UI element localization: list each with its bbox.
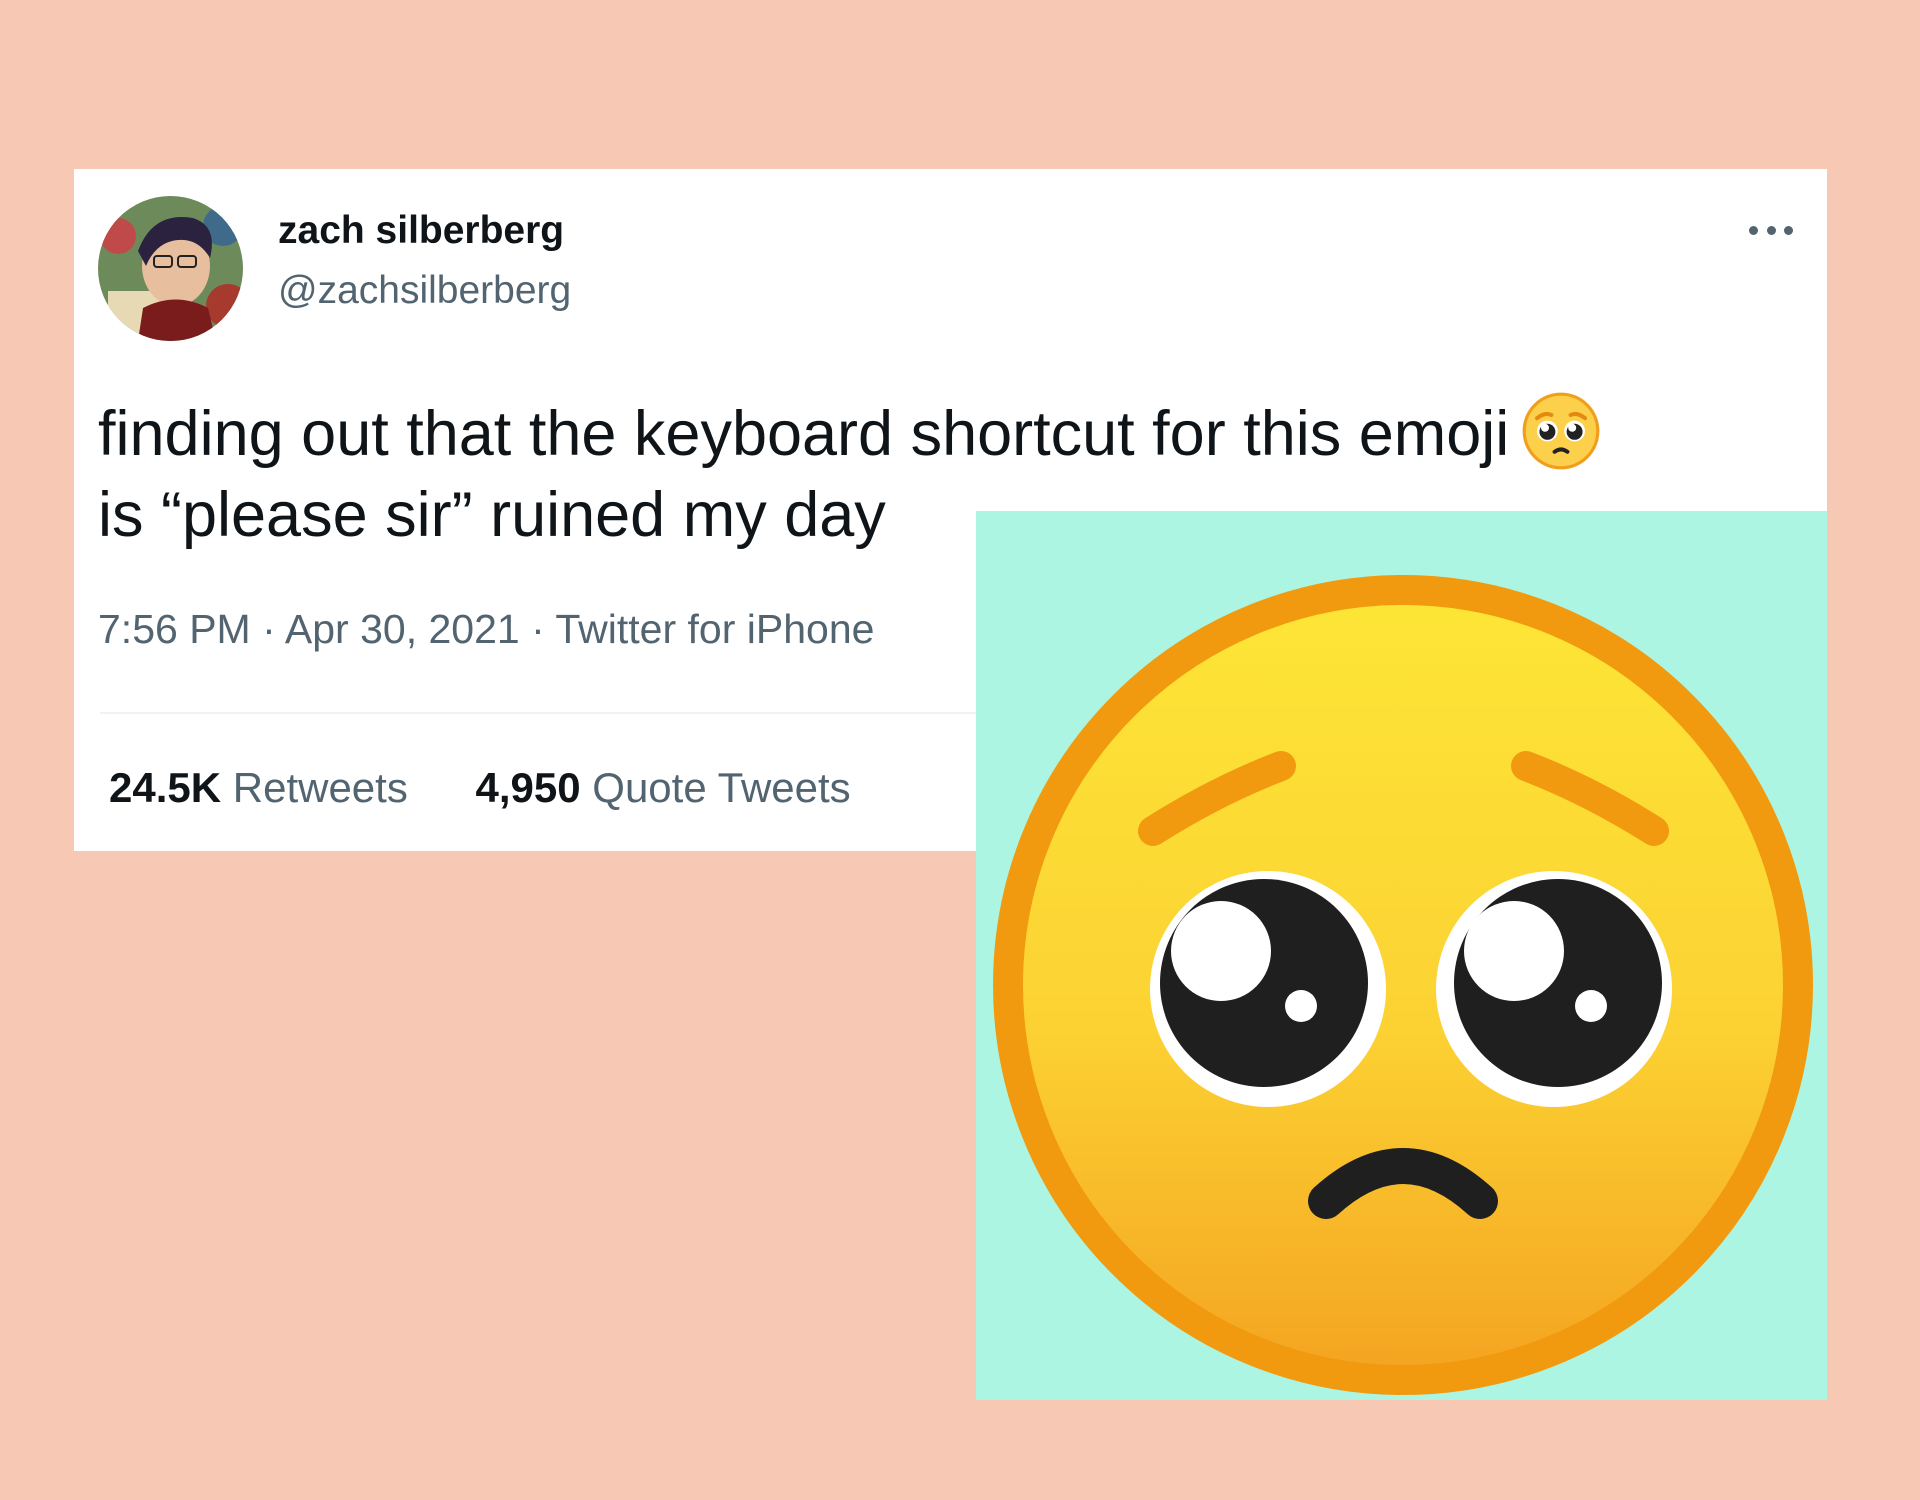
tweet-text-line-2: is “please sir” ruined my day xyxy=(98,480,886,550)
tweet-date[interactable]: Apr 30, 2021 xyxy=(285,606,520,652)
tweet-time[interactable]: 7:56 PM xyxy=(98,606,251,652)
meta-separator: · xyxy=(250,606,285,652)
quote-tweets-count: 4,950 xyxy=(475,764,581,811)
emoji-panel xyxy=(976,511,1827,1400)
retweets-count: 24.5K xyxy=(109,764,222,811)
more-options-icon[interactable] xyxy=(1749,223,1793,237)
avatar-image xyxy=(98,196,243,341)
tweet-stats: 24.5K Retweets 4,950 Quote Tweets xyxy=(109,764,907,812)
tweet-source[interactable]: Twitter for iPhone xyxy=(555,606,874,652)
pleading-face-emoji-icon xyxy=(993,575,1813,1395)
tweet-meta: 7:56 PM · Apr 30, 2021 · Twitter for iPh… xyxy=(98,606,874,653)
author-handle[interactable]: @zachsilberberg xyxy=(278,269,571,313)
tweet-text-line-1: finding out that the keyboard shortcut f… xyxy=(98,399,1510,469)
retweets-stat[interactable]: 24.5K Retweets xyxy=(109,764,408,811)
retweets-label: Retweets xyxy=(232,764,408,811)
more-dot xyxy=(1766,225,1776,235)
pleading-face-icon xyxy=(1521,391,1601,471)
more-dot xyxy=(1784,225,1793,235)
quote-tweets-stat[interactable]: 4,950 Quote Tweets xyxy=(476,764,851,811)
more-dot xyxy=(1749,225,1758,235)
author-display-name[interactable]: zach silberberg xyxy=(278,209,564,253)
avatar[interactable] xyxy=(98,196,243,341)
quote-tweets-label: Quote Tweets xyxy=(592,764,851,811)
meta-separator: · xyxy=(519,606,556,652)
